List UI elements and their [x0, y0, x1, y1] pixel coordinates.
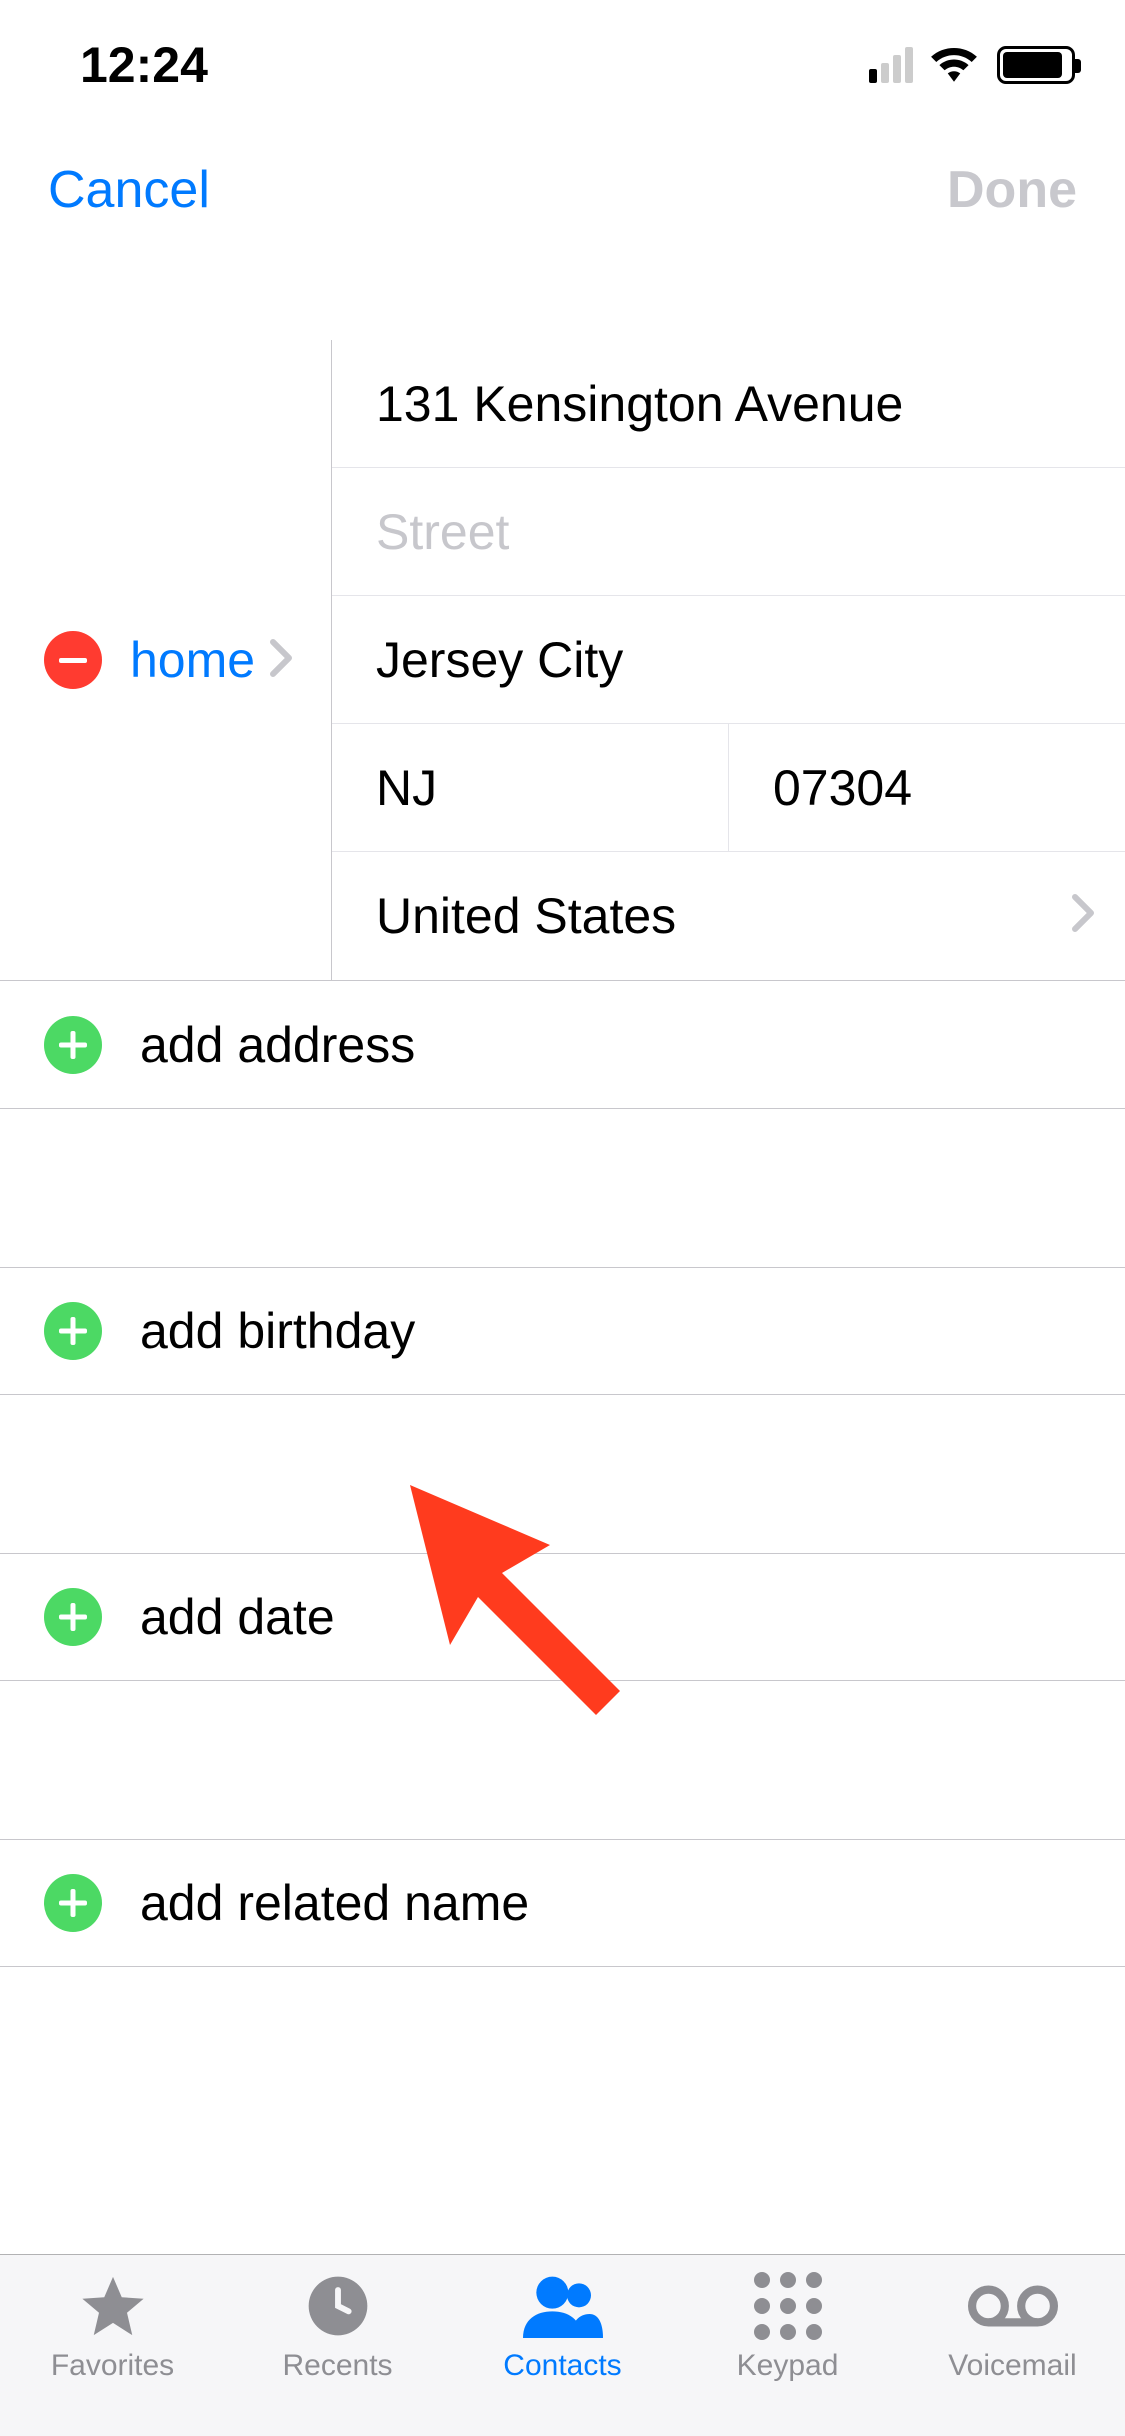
chevron-right-icon — [1071, 887, 1095, 945]
plus-icon — [44, 1874, 102, 1932]
voicemail-icon — [968, 2271, 1058, 2341]
plus-icon — [44, 1302, 102, 1360]
status-indicators — [869, 36, 1075, 94]
zip-field[interactable]: 07304 — [729, 724, 1125, 851]
street2-field[interactable]: Street — [332, 468, 1125, 596]
tab-contacts[interactable]: Contacts — [450, 2271, 675, 2383]
add-related-label: add related name — [140, 1874, 529, 1932]
tab-recents-label: Recents — [282, 2349, 392, 2383]
address-type-label: home — [130, 631, 255, 689]
tab-keypad[interactable]: Keypad — [675, 2271, 900, 2383]
add-date-row[interactable]: add date — [0, 1553, 1125, 1681]
wifi-icon — [929, 36, 979, 94]
country-selector[interactable]: United States — [332, 852, 1125, 980]
city-field[interactable]: Jersey City — [332, 596, 1125, 724]
battery-icon — [997, 46, 1075, 84]
add-address-label: add address — [140, 1016, 415, 1074]
add-related-name-row[interactable]: add related name — [0, 1839, 1125, 1967]
tab-contacts-label: Contacts — [503, 2349, 621, 2383]
contacts-icon — [523, 2271, 603, 2341]
chevron-right-icon — [269, 638, 293, 683]
keypad-icon — [754, 2271, 822, 2341]
nav-bar: Cancel Done — [0, 130, 1125, 280]
plus-icon — [44, 1016, 102, 1074]
plus-icon — [44, 1588, 102, 1646]
state-field[interactable]: NJ — [332, 724, 729, 851]
add-date-label: add date — [140, 1588, 335, 1646]
star-icon — [78, 2271, 148, 2341]
status-bar: 12:24 — [0, 0, 1125, 130]
done-button[interactable]: Done — [947, 160, 1077, 220]
cancel-button[interactable]: Cancel — [48, 160, 210, 220]
add-birthday-label: add birthday — [140, 1302, 415, 1360]
tab-favorites[interactable]: Favorites — [0, 2271, 225, 2383]
tab-recents[interactable]: Recents — [225, 2271, 450, 2383]
tab-bar: Favorites Recents Contacts Keypad Voicem… — [0, 2254, 1125, 2436]
tab-voicemail[interactable]: Voicemail — [900, 2271, 1125, 2383]
tab-voicemail-label: Voicemail — [948, 2349, 1076, 2383]
tab-favorites-label: Favorites — [51, 2349, 174, 2383]
add-birthday-row[interactable]: add birthday — [0, 1267, 1125, 1395]
street1-field[interactable]: 131 Kensington Avenue — [332, 340, 1125, 468]
clock-icon — [306, 2271, 370, 2341]
tab-keypad-label: Keypad — [737, 2349, 839, 2383]
remove-address-button[interactable] — [44, 631, 102, 689]
country-label: United States — [376, 887, 676, 945]
address-entry: home 131 Kensington Avenue Street Jersey… — [0, 340, 1125, 981]
cellular-signal-icon — [869, 47, 913, 83]
add-address-row[interactable]: add address — [0, 981, 1125, 1109]
address-type-selector[interactable]: home — [0, 340, 332, 980]
status-time: 12:24 — [80, 36, 208, 94]
